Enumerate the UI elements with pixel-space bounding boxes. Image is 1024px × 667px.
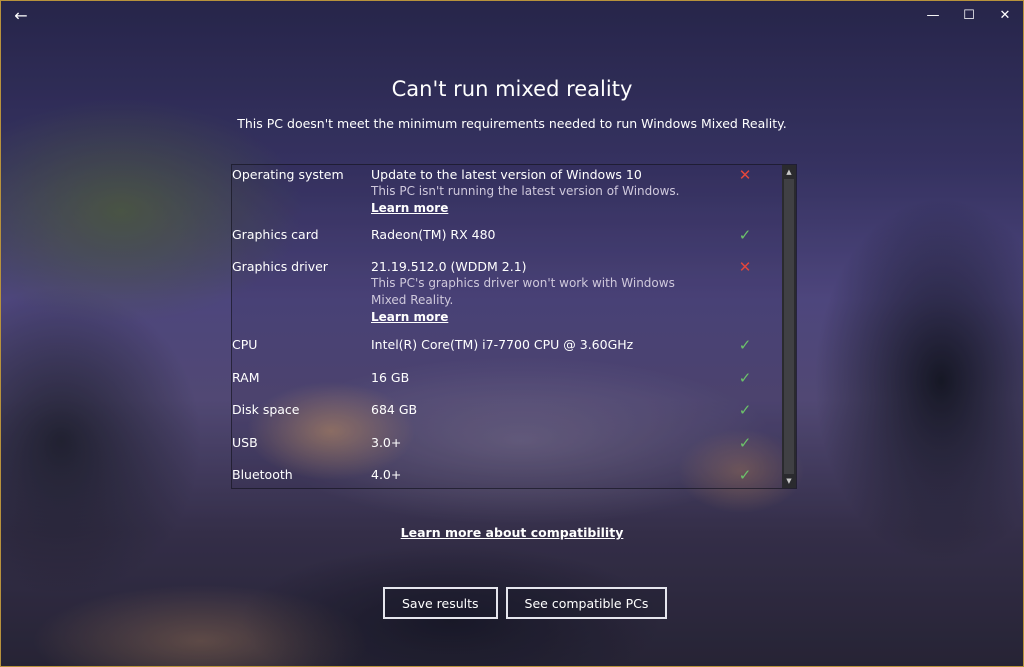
requirement-value: 3.0+ — [371, 435, 402, 450]
page-title: Can't run mixed reality — [391, 77, 633, 101]
scroll-up-arrow-icon[interactable]: ▲ — [782, 165, 796, 179]
check-icon: ✓ — [738, 434, 752, 452]
x-icon: ✕ — [738, 258, 752, 276]
check-icon: ✓ — [738, 336, 752, 354]
requirement-detail: This PC isn't running the latest version… — [371, 184, 680, 198]
mixed-reality-window: ← — ☐ ✕ Can't run mixed reality This PC … — [0, 0, 1024, 667]
requirement-label: USB — [232, 435, 258, 450]
requirement-value: 21.19.512.0 (WDDM 2.1) — [371, 259, 527, 274]
close-icon[interactable]: ✕ — [987, 1, 1023, 29]
title-bar: ← — ☐ ✕ — [1, 1, 1023, 29]
caption-buttons: — ☐ ✕ — [915, 1, 1023, 29]
check-icon: ✓ — [738, 466, 752, 484]
check-icon: ✓ — [738, 401, 752, 419]
requirement-value-block: 21.19.512.0 (WDDM 2.1) This PC's graphic… — [371, 259, 691, 324]
check-icon: ✓ — [738, 226, 752, 244]
requirement-value: 16 GB — [371, 370, 410, 385]
requirement-value-block: Update to the latest version of Windows … — [371, 167, 691, 215]
scrollbar-thumb[interactable] — [784, 179, 794, 474]
requirement-label: CPU — [232, 337, 258, 352]
requirement-detail: This PC's graphics driver won't work wit… — [371, 276, 675, 307]
learn-more-link[interactable]: Learn more — [371, 310, 448, 324]
requirement-value: Radeon(TM) RX 480 — [371, 227, 496, 242]
vertical-scrollbar[interactable]: ▲ ▼ — [782, 165, 796, 488]
requirement-label: Disk space — [232, 402, 300, 417]
learn-more-link[interactable]: Learn more — [371, 201, 448, 215]
requirement-value: Intel(R) Core(TM) i7-7700 CPU @ 3.60GHz — [371, 337, 634, 352]
requirement-label: Operating system — [232, 167, 344, 182]
minimize-icon[interactable]: — — [915, 1, 951, 29]
scroll-down-arrow-icon[interactable]: ▼ — [782, 474, 796, 488]
requirements-list: Operating system Update to the latest ve… — [232, 165, 782, 488]
save-results-button[interactable]: Save results — [383, 587, 498, 619]
page-subtitle: This PC doesn't meet the minimum require… — [237, 116, 787, 131]
requirement-label: Bluetooth — [232, 467, 293, 482]
compatibility-link-container: Learn more about compatibility — [1, 525, 1023, 540]
see-compatible-pcs-button[interactable]: See compatible PCs — [505, 587, 668, 619]
requirements-panel: Operating system Update to the latest ve… — [231, 164, 797, 489]
learn-more-compatibility-link[interactable]: Learn more about compatibility — [401, 525, 624, 540]
requirement-value: Update to the latest version of Windows … — [371, 167, 642, 182]
back-arrow-icon[interactable]: ← — [1, 1, 41, 29]
x-icon: ✕ — [738, 166, 752, 184]
requirement-value: 684 GB — [371, 402, 418, 417]
check-icon: ✓ — [738, 369, 752, 387]
action-buttons: Save results See compatible PCs — [383, 587, 668, 619]
maximize-icon[interactable]: ☐ — [951, 1, 987, 29]
requirement-value: 4.0+ — [371, 467, 402, 482]
requirement-label: Graphics driver — [232, 259, 328, 274]
requirement-label: RAM — [232, 370, 260, 385]
requirement-label: Graphics card — [232, 227, 319, 242]
